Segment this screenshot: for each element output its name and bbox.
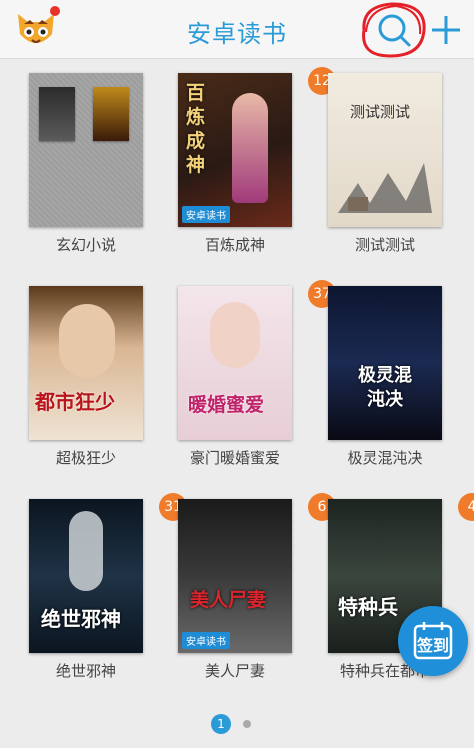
search-button[interactable] [356,0,428,58]
page-indicator-dot[interactable] [243,720,251,728]
cover-text: 极灵混沌决 [358,365,412,410]
cover-text: 特种兵 [338,595,398,619]
book-title: 超极狂少 [55,449,116,467]
book-title: 绝世邪神 [55,662,116,680]
book-cover[interactable]: 暖婚蜜爱 [178,286,292,440]
brand-badge: 安卓读书 [182,632,230,649]
book-cover[interactable]: 绝世邪神 [29,499,143,653]
cover-figure [232,93,268,203]
unread-badge: 4 [458,493,474,521]
cover-figure [59,304,115,378]
cover-text: 测试测试 [350,103,411,121]
signin-label: 签到 [416,636,449,655]
book-cover[interactable]: 都市狂少 [29,286,143,440]
folder-book-thumb [39,87,75,141]
cover-figure [210,302,260,368]
book-title: 玄幻小说 [55,236,116,254]
book-cover[interactable]: 极灵混沌决 [328,286,442,440]
folder-book-thumb [93,87,129,141]
book-title: 豪门暖婚蜜爱 [189,449,280,467]
top-bar: 安卓读书 [0,0,474,59]
book-cover[interactable]: 测试测试 [328,73,442,227]
book-cover[interactable]: 美人尸妻 安卓读书 [178,499,292,653]
cover-text: 绝世邪神 [41,607,121,631]
book-title: 百炼成神 [204,236,265,254]
book-title: 测试测试 [354,236,415,254]
folder-cover[interactable] [29,73,143,227]
book-title: 美人尸妻 [204,662,265,680]
cover-text: 美人尸妻 [190,589,267,611]
book-title: 极灵混沌决 [347,449,423,467]
cover-text: 暖婚蜜爱 [188,394,265,416]
cover-figure [69,511,103,591]
cover-text: 百炼成神 [186,82,206,176]
signin-button[interactable]: 签到 [398,606,468,676]
book-cover[interactable]: 百炼成神 安卓读书 [178,73,292,227]
cover-text: 都市狂少 [35,390,115,414]
plus-icon[interactable] [426,10,466,50]
page-indicator-active[interactable]: 1 [211,714,231,734]
brand-badge: 安卓读书 [182,206,230,223]
landscape-icon [338,163,432,213]
